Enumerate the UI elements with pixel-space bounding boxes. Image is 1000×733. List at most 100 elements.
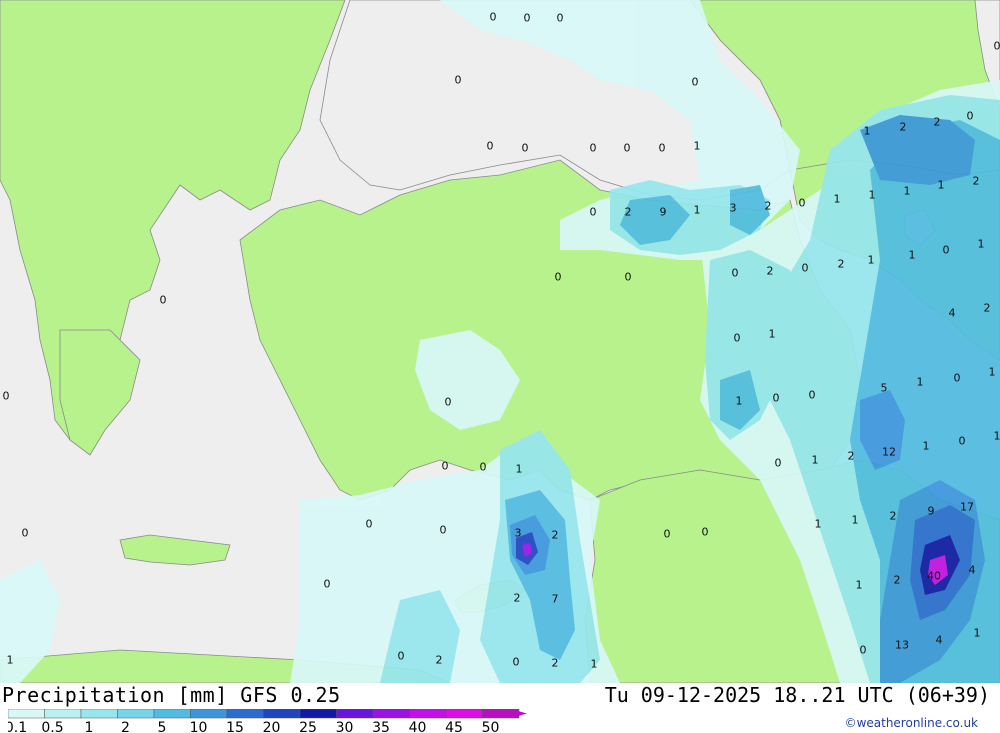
legend-swatch <box>117 709 155 719</box>
map-value: 4 <box>936 634 943 647</box>
map-value: 0 <box>445 396 452 409</box>
legend-label: 50 <box>482 720 500 733</box>
legend-label: 45 <box>445 720 463 733</box>
map-value: 1 <box>864 125 871 138</box>
legend-label: 25 <box>299 720 317 733</box>
legend-label: 35 <box>372 720 390 733</box>
map-value: 5 <box>881 382 888 395</box>
map-value: 1 <box>7 654 14 667</box>
map-value: 0 <box>702 526 709 539</box>
legend-swatch <box>299 709 337 719</box>
map-value: 2 <box>625 206 632 219</box>
map-value: 0 <box>624 142 631 155</box>
map-value: 2 <box>848 450 855 463</box>
map-value: 0 <box>524 12 531 25</box>
map-value: 0 <box>442 460 449 473</box>
map-value: 1 <box>923 440 930 453</box>
legend-swatch <box>445 709 483 719</box>
legend-swatch <box>190 709 228 719</box>
map-value: 1 <box>917 376 924 389</box>
map-value: 0 <box>160 294 167 307</box>
map-value: 9 <box>928 505 935 518</box>
map-value: 0 <box>455 74 462 87</box>
map-value: 0 <box>480 461 487 474</box>
map-value: 0 <box>954 372 961 385</box>
map-value: 0 <box>959 435 966 448</box>
map-value: 0 <box>659 142 666 155</box>
map-value: 1 <box>591 658 598 671</box>
map-value: 1 <box>989 366 996 379</box>
legend-swatches <box>8 709 527 719</box>
footer: Precipitation [mm] GFS 0.25 Tu 09-12-202… <box>0 683 1000 733</box>
legend-swatch <box>372 709 410 719</box>
map-value: 0 <box>557 12 564 25</box>
map-value: 0 <box>522 142 529 155</box>
map-value: 0 <box>324 578 331 591</box>
legend-swatch <box>263 709 301 719</box>
map-value: 0 <box>625 271 632 284</box>
legend-label: 10 <box>190 720 208 733</box>
map-value: 0 <box>734 332 741 345</box>
map-value: 0 <box>590 142 597 155</box>
legend-label: 15 <box>226 720 244 733</box>
legend-swatch <box>409 709 447 719</box>
map-value: 1 <box>736 395 743 408</box>
map-value: 0 <box>22 527 29 540</box>
legend-label: 0.1 <box>8 720 27 733</box>
map-value: 1 <box>856 579 863 592</box>
map-value: 9 <box>660 206 667 219</box>
map-value: 2 <box>894 574 901 587</box>
map-value: 0 <box>398 650 405 663</box>
map-value: 2 <box>934 116 941 129</box>
legend-label: 20 <box>263 720 281 733</box>
legend-swatch <box>8 709 45 719</box>
valid-time: Tu 09-12-2025 18..21 UTC (06+39) <box>604 683 990 707</box>
map-value: 2 <box>436 654 443 667</box>
map-value: 0 <box>590 206 597 219</box>
legend-swatch <box>226 709 264 719</box>
map-value: 0 <box>440 524 447 537</box>
map-title: Precipitation [mm] GFS 0.25 <box>2 683 341 707</box>
credit-link[interactable]: ©weatheronline.co.uk <box>845 716 978 730</box>
map-value: 1 <box>869 189 876 202</box>
map-value: 17 <box>960 501 974 514</box>
map-value: 2 <box>838 258 845 271</box>
map-value: 0 <box>513 656 520 669</box>
map-value: 1 <box>868 254 875 267</box>
legend-label: 2 <box>121 720 130 733</box>
map-value: 1 <box>815 518 822 531</box>
map-value: 0 <box>692 76 699 89</box>
precipitation-map: 0 0 0 0 0 0 0 0 0 1 0 0 1 2 2 0 0 2 9 1 … <box>0 0 1000 683</box>
map-value: 1 <box>812 454 819 467</box>
map-value: 2 <box>514 592 521 605</box>
map-value: 1 <box>694 140 701 153</box>
map-value: 2 <box>767 265 774 278</box>
map-value: 0 <box>490 11 497 24</box>
legend-label: 0.5 <box>41 720 63 733</box>
map-value: 2 <box>552 529 559 542</box>
map-value: 0 <box>487 140 494 153</box>
legend-swatch <box>336 709 374 719</box>
map-value: 0 <box>366 518 373 531</box>
map-value: 4 <box>969 564 976 577</box>
map-value: 0 <box>555 271 562 284</box>
map-value: 1 <box>994 430 1000 443</box>
map-value: 1 <box>852 514 859 527</box>
map-value: 1 <box>909 249 916 262</box>
map-value: 2 <box>890 510 897 523</box>
map-value: 40 <box>927 570 941 583</box>
map-value: 1 <box>834 193 841 206</box>
map-value: 1 <box>978 238 985 251</box>
map-value: 0 <box>802 262 809 275</box>
legend-swatch <box>80 709 118 719</box>
legend-label: 5 <box>158 720 167 733</box>
map-value: 3 <box>730 202 737 215</box>
map-value: 1 <box>938 179 945 192</box>
map-value: 1 <box>769 328 776 341</box>
legend-swatch <box>153 709 191 719</box>
map-value: 0 <box>943 244 950 257</box>
map-value: 0 <box>994 40 1000 53</box>
map-value: 2 <box>552 657 559 670</box>
map-value: 1 <box>904 185 911 198</box>
map-value: 1 <box>516 463 523 476</box>
